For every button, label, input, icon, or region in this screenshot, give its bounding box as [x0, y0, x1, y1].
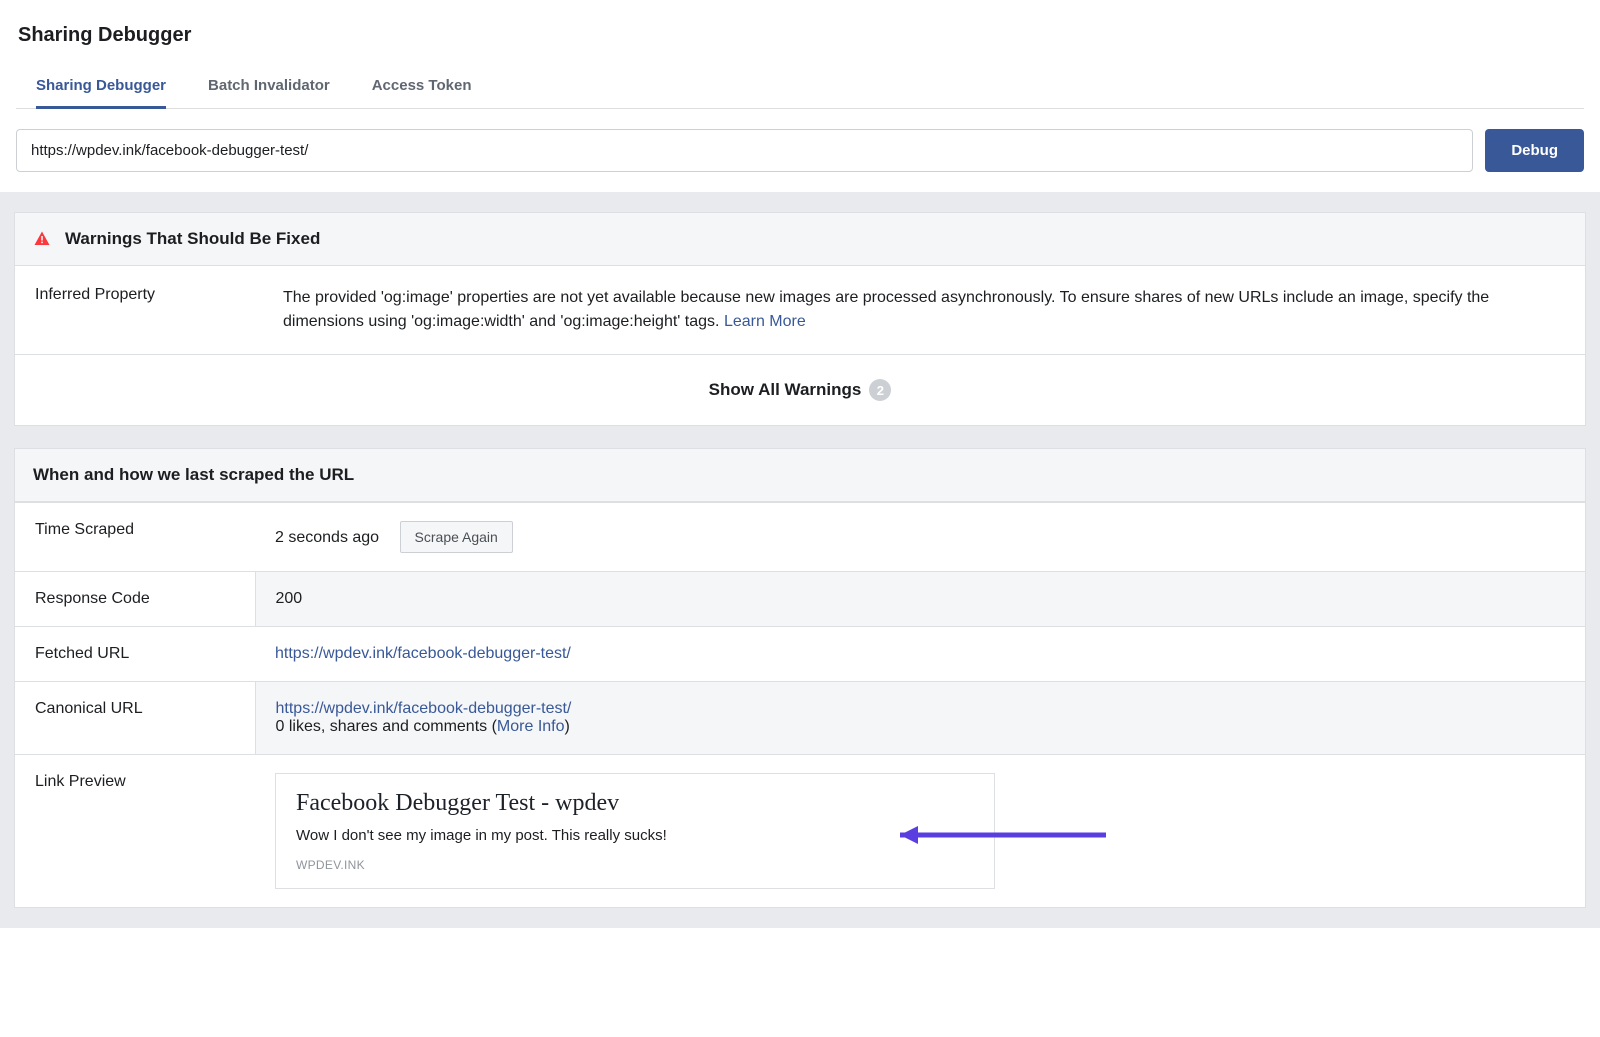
canonical-stats-prefix: 0 likes, shares and comments ( [276, 718, 497, 735]
tab-sharing-debugger[interactable]: Sharing Debugger [36, 65, 166, 109]
debug-button[interactable]: Debug [1485, 129, 1584, 172]
fetched-url-label: Fetched URL [15, 627, 255, 682]
page-title: Sharing Debugger [18, 24, 1584, 47]
inferred-property-label: Inferred Property [35, 286, 283, 334]
preview-domain: WPDEV.INK [296, 858, 974, 872]
preview-title: Facebook Debugger Test - wpdev [296, 790, 974, 817]
inferred-property-text: The provided 'og:image' properties are n… [283, 289, 1489, 330]
tab-bar: Sharing Debugger Batch Invalidator Acces… [16, 65, 1584, 109]
time-scraped-value: 2 seconds ago [275, 529, 379, 546]
tab-access-token[interactable]: Access Token [372, 65, 472, 109]
response-code-label: Response Code [15, 572, 255, 627]
link-preview-card[interactable]: Facebook Debugger Test - wpdev Wow I don… [275, 773, 995, 889]
time-scraped-label: Time Scraped [15, 503, 255, 572]
canonical-stats-suffix: ) [565, 718, 570, 735]
preview-desc: Wow I don't see my image in my post. Thi… [296, 827, 974, 844]
inferred-property-value: The provided 'og:image' properties are n… [283, 286, 1565, 334]
tab-batch-invalidator[interactable]: Batch Invalidator [208, 65, 330, 109]
warnings-header: Warnings That Should Be Fixed [65, 229, 320, 249]
scrape-header: When and how we last scraped the URL [33, 465, 354, 485]
scrape-again-button[interactable]: Scrape Again [400, 521, 513, 553]
scrape-info-card: When and how we last scraped the URL Tim… [14, 448, 1586, 908]
response-code-value: 200 [255, 572, 1585, 627]
warnings-card: Warnings That Should Be Fixed Inferred P… [14, 212, 1586, 426]
warnings-count-badge: 2 [869, 379, 891, 401]
show-all-warnings-button[interactable]: Show All Warnings 2 [15, 355, 1585, 425]
link-preview-label: Link Preview [15, 755, 255, 908]
warning-icon [33, 230, 51, 248]
more-info-link[interactable]: More Info [497, 718, 565, 735]
show-all-warnings-label: Show All Warnings [709, 380, 862, 400]
canonical-url-label: Canonical URL [15, 682, 255, 755]
canonical-url-link[interactable]: https://wpdev.ink/facebook-debugger-test… [276, 700, 572, 717]
fetched-url-link[interactable]: https://wpdev.ink/facebook-debugger-test… [275, 645, 571, 662]
learn-more-link[interactable]: Learn More [724, 313, 806, 330]
url-input[interactable] [16, 129, 1473, 172]
